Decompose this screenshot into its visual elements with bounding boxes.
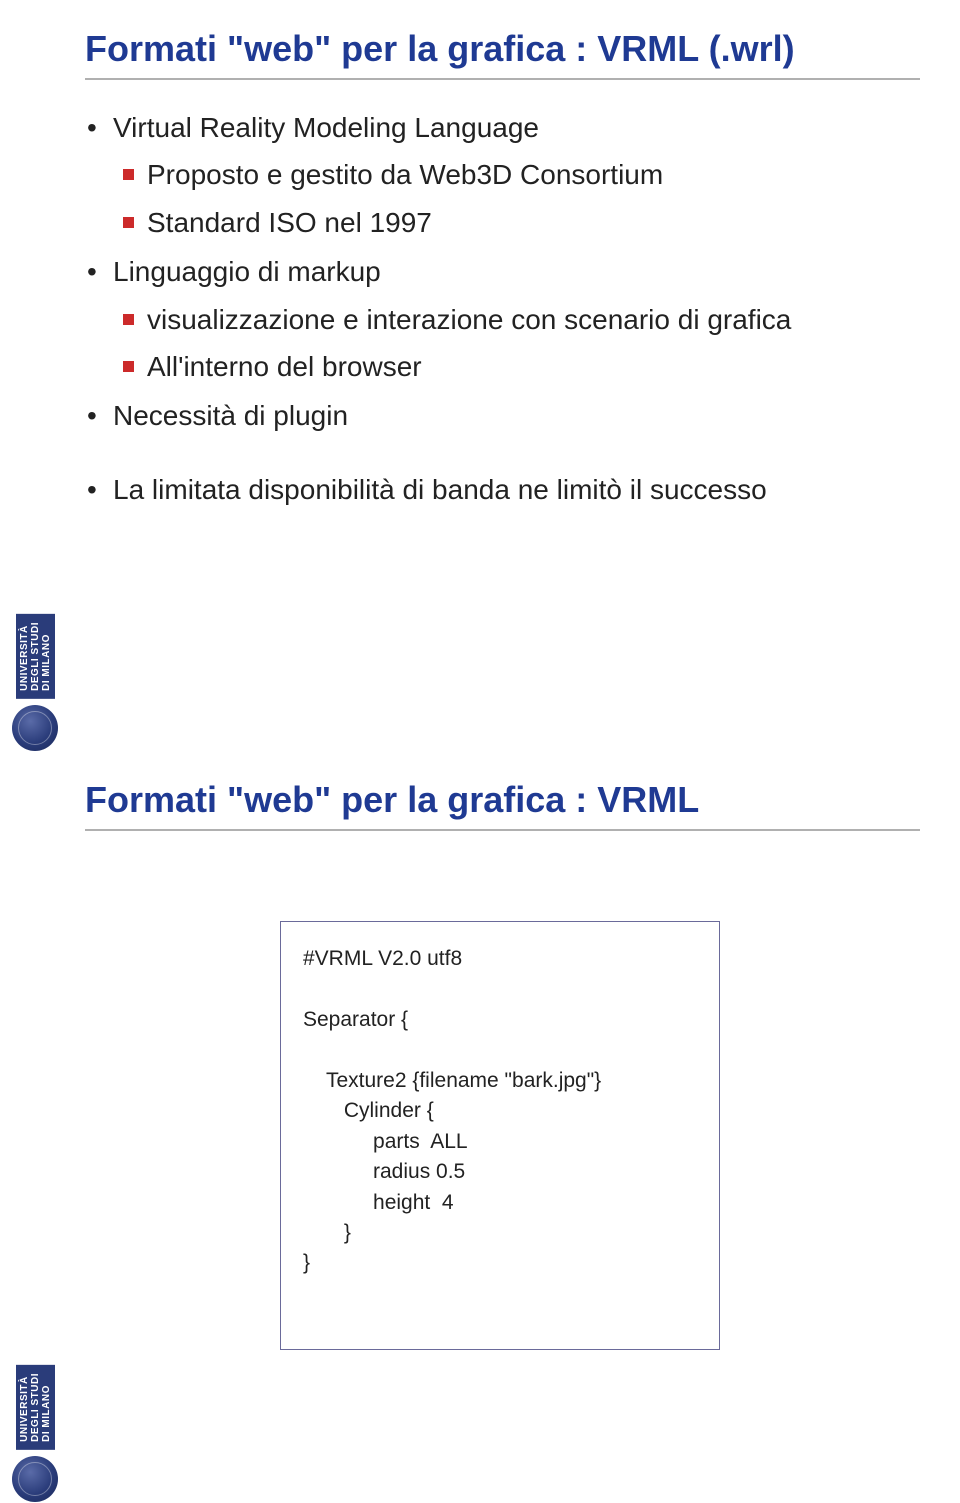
seal-icon: [12, 1456, 58, 1502]
sub-bullets: Proposto e gestito da Web3D Consortium S…: [113, 153, 920, 244]
bullet-plugin: Necessità di plugin: [85, 394, 920, 437]
slide-2-content: Formati "web" per la grafica : VRML #VRM…: [85, 779, 920, 1462]
bullet-banda: La limitata disponibilità di banda ne li…: [85, 468, 920, 511]
sub-bullet-text: visualizzazione e interazione con scenar…: [147, 304, 791, 335]
sub-bullet-visualizzazione: visualizzazione e interazione con scenar…: [113, 298, 920, 341]
vrml-code-sample: #VRML V2.0 utf8 Separator { Texture2 {fi…: [280, 921, 720, 1350]
slide-1-content: Formati "web" per la grafica : VRML (.wr…: [85, 28, 920, 711]
slide-1-title: Formati "web" per la grafica : VRML (.wr…: [85, 28, 920, 80]
institution-logo: UNIVERSITÀ DEGLI STUDI DI MILANO: [5, 521, 65, 751]
bullet-text: Necessità di plugin: [113, 400, 348, 431]
sub-bullets: visualizzazione e interazione con scenar…: [113, 298, 920, 389]
page: UNIVERSITÀ DEGLI STUDI DI MILANO Formati…: [0, 0, 960, 1502]
sub-bullet-web3d: Proposto e gestito da Web3D Consortium: [113, 153, 920, 196]
sub-bullet-text: Proposto e gestito da Web3D Consortium: [147, 159, 663, 190]
institution-sidebar: UNIVERSITÀ DEGLI STUDI DI MILANO: [0, 511, 70, 751]
bullet-text: Virtual Reality Modeling Language: [113, 112, 539, 143]
institution-name: UNIVERSITÀ DEGLI STUDI DI MILANO: [16, 614, 55, 699]
institution-name: UNIVERSITÀ DEGLI STUDI DI MILANO: [16, 1365, 55, 1450]
slide-1-bullets-2: La limitata disponibilità di banda ne li…: [85, 468, 920, 511]
sub-bullet-iso: Standard ISO nel 1997: [113, 201, 920, 244]
slide-1: UNIVERSITÀ DEGLI STUDI DI MILANO Formati…: [0, 0, 960, 751]
slide-1-bullets: Virtual Reality Modeling Language Propos…: [85, 106, 920, 438]
slide-2: UNIVERSITÀ DEGLI STUDI DI MILANO Formati…: [0, 751, 960, 1502]
bullet-text: La limitata disponibilità di banda ne li…: [113, 474, 767, 505]
institution-sidebar: UNIVERSITÀ DEGLI STUDI DI MILANO: [0, 1262, 70, 1502]
seal-icon: [12, 705, 58, 751]
slide-2-title: Formati "web" per la grafica : VRML: [85, 779, 920, 831]
spacer: [85, 444, 920, 468]
bullet-text: Linguaggio di markup: [113, 256, 381, 287]
bullet-markup-language: Linguaggio di markup visualizzazione e i…: [85, 250, 920, 388]
bullet-vrml-language: Virtual Reality Modeling Language Propos…: [85, 106, 920, 244]
sub-bullet-browser: All'interno del browser: [113, 345, 920, 388]
sub-bullet-text: All'interno del browser: [147, 351, 422, 382]
institution-logo: UNIVERSITÀ DEGLI STUDI DI MILANO: [5, 1272, 65, 1502]
sub-bullet-text: Standard ISO nel 1997: [147, 207, 432, 238]
